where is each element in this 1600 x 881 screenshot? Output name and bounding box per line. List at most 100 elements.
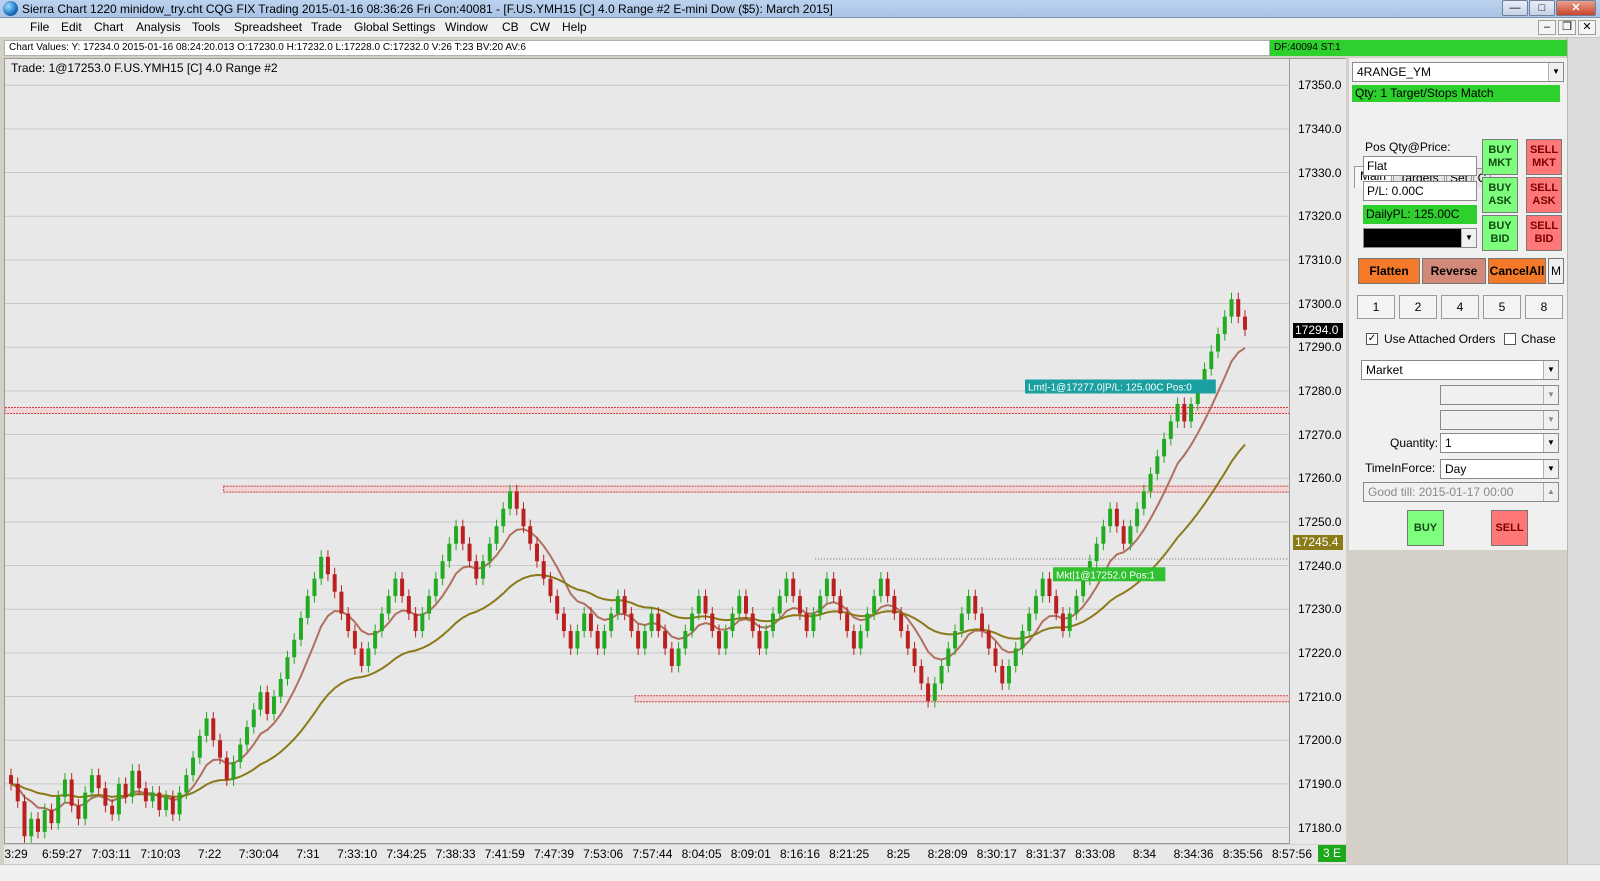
candle-body bbox=[905, 631, 910, 649]
price-chart[interactable]: Lmt|-1@17277.0|P/L: 125.00C Pos:0 Mkt|1@1… bbox=[4, 58, 1290, 844]
candle-body bbox=[656, 613, 661, 632]
chevron-down-icon: ▼ bbox=[1543, 434, 1558, 452]
chevron-down-icon: ▼ bbox=[1543, 386, 1558, 404]
time-in-force-select[interactable]: Day ▼ bbox=[1440, 459, 1559, 479]
candle-body bbox=[481, 561, 486, 579]
price-tick-label: 17230.0 bbox=[1298, 602, 1342, 617]
candle-body bbox=[332, 574, 337, 592]
menu-analysis[interactable]: Analysis bbox=[136, 20, 181, 34]
candle-body bbox=[899, 613, 904, 632]
candle-body bbox=[1135, 508, 1140, 527]
candle-body bbox=[62, 779, 67, 797]
candle-body bbox=[224, 757, 229, 780]
price-axis[interactable]: 17350.0 17340.0 17330.0 17320.0 17310.0 17300… bbox=[1290, 58, 1346, 844]
candle-body bbox=[271, 696, 276, 714]
cancel-all-button[interactable]: CancelAll bbox=[1488, 258, 1546, 284]
candle-body bbox=[366, 648, 371, 666]
sell-market-button[interactable]: SELL MKT bbox=[1526, 139, 1562, 175]
buy-bid-button[interactable]: BUY BID bbox=[1482, 215, 1518, 251]
mdi-close-button[interactable]: ✕ bbox=[1578, 20, 1596, 35]
price-tick-label: 17200.0 bbox=[1298, 733, 1342, 748]
chevron-down-icon: ▼ bbox=[1543, 460, 1558, 478]
market-order-label: Mkt|1@17252.0 Pos:1 bbox=[1056, 570, 1155, 581]
color-select[interactable]: ▼ bbox=[1363, 228, 1477, 248]
candle-body bbox=[595, 631, 600, 649]
candle-body bbox=[541, 561, 546, 579]
sell-ask-button[interactable]: SELL ASK bbox=[1526, 177, 1562, 213]
time-tick-label: 7:57:44 bbox=[632, 847, 673, 861]
buy-market-button[interactable]: BUY MKT bbox=[1482, 139, 1518, 175]
use-attached-orders-checkbox[interactable]: ✓ bbox=[1366, 333, 1378, 345]
maximize-button[interactable]: □ bbox=[1529, 0, 1555, 16]
buy-button[interactable]: BUY bbox=[1407, 510, 1444, 546]
candle-body bbox=[1006, 665, 1011, 684]
price-tick-label: 17260.0 bbox=[1298, 471, 1342, 486]
price-tag: 17294.0 bbox=[1293, 322, 1343, 338]
candle-body bbox=[292, 639, 297, 658]
candle-body bbox=[1168, 421, 1173, 439]
menu-cb[interactable]: CB bbox=[502, 20, 519, 34]
mdi-minimize-button[interactable]: – bbox=[1538, 20, 1556, 35]
trade-window: 4RANGE_YM ▼ Qty: 1 Target/Stops Match Mai… bbox=[1349, 58, 1567, 550]
time-tick-label: 7:34:25 bbox=[386, 847, 427, 861]
candle-body bbox=[710, 613, 715, 632]
candle-body bbox=[1067, 613, 1072, 632]
candle-body bbox=[777, 596, 782, 614]
sell-button[interactable]: SELL bbox=[1491, 510, 1528, 546]
menu-trade[interactable]: Trade bbox=[311, 20, 342, 34]
menu-edit[interactable]: Edit bbox=[61, 20, 82, 34]
m-button[interactable]: M bbox=[1548, 258, 1564, 284]
candle-body bbox=[251, 709, 256, 728]
time-tick-label: 8:35:56 bbox=[1222, 847, 1263, 861]
candle-body bbox=[629, 613, 634, 632]
candle-body bbox=[9, 775, 13, 784]
candle-body bbox=[1189, 403, 1194, 422]
candle-body bbox=[460, 526, 465, 544]
reverse-button[interactable]: Reverse bbox=[1422, 258, 1486, 284]
status-bar bbox=[0, 864, 1600, 881]
time-tick-label: 7:10:03 bbox=[140, 847, 181, 861]
candle-body bbox=[1236, 299, 1241, 317]
mdi-restore-button[interactable]: ❐ bbox=[1558, 20, 1576, 35]
symbol-select[interactable]: 4RANGE_YM ▼ bbox=[1352, 62, 1564, 82]
close-button[interactable]: ✕ bbox=[1556, 0, 1596, 16]
flatten-button[interactable]: Flatten bbox=[1358, 258, 1420, 284]
window-title: Sierra Chart 1220 minidow_try.cht CQG FI… bbox=[22, 2, 833, 16]
menu-window[interactable]: Window bbox=[445, 20, 488, 34]
candle-body bbox=[413, 613, 418, 632]
candle-body bbox=[501, 508, 506, 527]
candle-body bbox=[143, 788, 148, 802]
order-type-select[interactable]: Market ▼ bbox=[1361, 360, 1559, 380]
candle-body bbox=[278, 679, 283, 697]
candle-body bbox=[177, 792, 182, 815]
time-axis[interactable]: 3:29 6:59:27 7:03:11 7:10:03 7:22 7:30:04 7:31… bbox=[4, 845, 1346, 864]
qty-preset-1[interactable]: 1 bbox=[1357, 295, 1395, 319]
candle-body bbox=[487, 543, 492, 562]
price-2-field[interactable]: ▼ bbox=[1440, 410, 1559, 430]
chase-checkbox[interactable] bbox=[1504, 333, 1516, 345]
candle-body bbox=[892, 596, 897, 614]
menu-chart[interactable]: Chart bbox=[94, 20, 123, 34]
qty-preset-5[interactable]: 5 bbox=[1483, 295, 1521, 319]
side-scroll-strip[interactable] bbox=[1567, 38, 1600, 864]
menu-file[interactable]: File bbox=[30, 20, 49, 34]
buy-ask-button[interactable]: BUY ASK bbox=[1482, 177, 1518, 213]
minimize-button[interactable]: — bbox=[1502, 0, 1528, 16]
candle-body bbox=[427, 596, 432, 614]
sell-bid-button[interactable]: SELL BID bbox=[1526, 215, 1562, 251]
menu-spreadsheet[interactable]: Spreadsheet bbox=[234, 20, 302, 34]
app-globe-icon bbox=[3, 1, 18, 16]
candle-body bbox=[1027, 613, 1032, 632]
menu-global-settings[interactable]: Global Settings bbox=[354, 20, 435, 34]
qty-preset-4[interactable]: 4 bbox=[1441, 295, 1479, 319]
menu-help[interactable]: Help bbox=[562, 20, 587, 34]
candle-body bbox=[791, 578, 796, 597]
qty-preset-2[interactable]: 2 bbox=[1399, 295, 1437, 319]
candle-body bbox=[885, 578, 890, 597]
menu-cw[interactable]: CW bbox=[530, 20, 550, 34]
price-1-field[interactable]: ▼ bbox=[1440, 385, 1559, 405]
qty-preset-8[interactable]: 8 bbox=[1525, 295, 1563, 319]
quantity-input[interactable]: 1 ▼ bbox=[1440, 433, 1559, 453]
menu-tools[interactable]: Tools bbox=[192, 20, 220, 34]
price-tick-label: 17220.0 bbox=[1298, 645, 1342, 660]
